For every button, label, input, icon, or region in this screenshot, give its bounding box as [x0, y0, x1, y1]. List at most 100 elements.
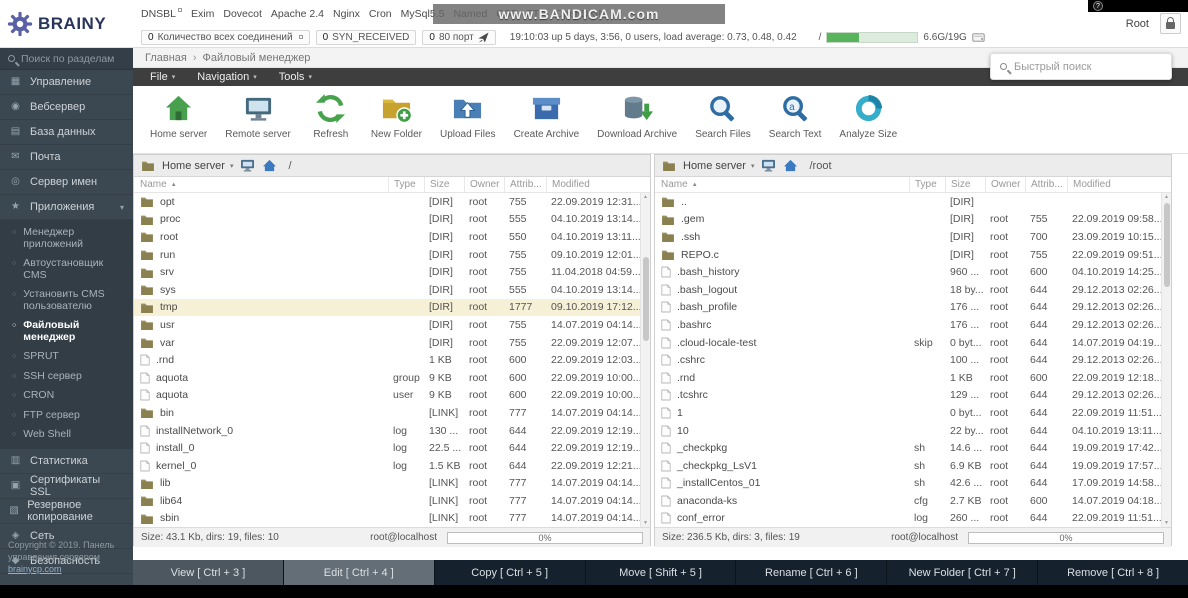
file-row[interactable]: .ssh[DIR]root70023.09.2019 10:15...	[655, 228, 1161, 246]
service-link-dovecot[interactable]: Dovecot	[223, 8, 262, 20]
file-row[interactable]: .bash_history960 ...root60004.10.2019 14…	[655, 263, 1161, 281]
service-link-cron[interactable]: Cron	[369, 8, 392, 20]
file-row[interactable]: bin[LINK]root77714.07.2019 04:14...	[134, 404, 640, 422]
toolbar-search-text[interactable]: aSearch Text	[760, 86, 831, 140]
file-row[interactable]: installNetwork_0log130 ...root64422.09.2…	[134, 422, 640, 440]
file-row[interactable]: 10 byt...root64422.09.2019 11:51...	[655, 404, 1161, 422]
sidebar-subitem-cms-install-user[interactable]: Установить CMS пользователю	[0, 285, 133, 316]
fn-rename[interactable]: Rename [ Ctrl + 6 ]	[736, 560, 887, 585]
file-row[interactable]: _checkpkg_LsV1sh6.9 KBroot64419.09.2019 …	[655, 457, 1161, 475]
sidebar-search[interactable]	[0, 48, 133, 70]
file-row[interactable]: _checkpkgsh14.6 ...root64419.09.2019 17:…	[655, 439, 1161, 457]
sidebar-item-nameserver[interactable]: ◎Сервер имен	[0, 170, 133, 195]
column-header-owner[interactable]: Owner	[985, 177, 1025, 192]
service-link-nginx[interactable]: Nginx	[333, 8, 360, 20]
scrollbar[interactable]	[640, 193, 650, 527]
sidebar-item-backup[interactable]: ▧Резервное копирование	[0, 499, 133, 524]
menu-navigation[interactable]: Navigation	[186, 68, 268, 86]
toolbar-upload-files[interactable]: Upload Files	[431, 86, 505, 140]
file-row[interactable]: lib[LINK]root77714.07.2019 04:14...	[134, 475, 640, 493]
file-row[interactable]: ..[DIR]	[655, 193, 1161, 211]
sidebar-item-database[interactable]: ▤База данных	[0, 120, 133, 145]
sidebar-item-mail[interactable]: ✉Почта	[0, 145, 133, 170]
column-header-modified[interactable]: Modified	[1067, 177, 1161, 192]
file-row[interactable]: kernel_0log1.5 KBroot64422.09.2019 12:21…	[134, 457, 640, 475]
menu-tools[interactable]: Tools	[268, 68, 323, 86]
file-row[interactable]: install_0log22.5 ...root64422.09.2019 12…	[134, 439, 640, 457]
home-icon[interactable]	[783, 159, 798, 172]
file-row[interactable]: REPO.c[DIR]root75522.09.2019 09:51...	[655, 246, 1161, 264]
file-row[interactable]: lib64[LINK]root77714.07.2019 04:14...	[134, 492, 640, 510]
file-row[interactable]: tmp[DIR]root177709.10.2019 17:12...	[134, 299, 640, 317]
toolbar-search-files[interactable]: Search Files	[686, 86, 760, 140]
sidebar-item-applications[interactable]: ★Приложения	[0, 195, 133, 220]
column-header-size[interactable]: Size	[945, 177, 985, 192]
server-selector[interactable]: Home server	[683, 160, 754, 172]
sidebar-subitem-ftp-server[interactable]: FTP сервер	[0, 406, 133, 426]
file-row[interactable]: .bashrc176 ...root64429.12.2013 02:26...	[655, 316, 1161, 334]
column-header-modified[interactable]: Modified	[546, 177, 640, 192]
file-row[interactable]: .gem[DIR]root75522.09.2019 09:58...	[655, 211, 1161, 229]
file-row[interactable]: .rnd1 KBroot60022.09.2019 12:03...	[134, 351, 640, 369]
column-header-attrib[interactable]: Attrib...	[1025, 177, 1067, 192]
toolbar-remote-server[interactable]: Remote server	[216, 86, 300, 140]
column-header-size[interactable]: Size	[424, 177, 464, 192]
column-header-owner[interactable]: Owner	[464, 177, 504, 192]
file-row[interactable]: aquotauser9 KBroot60022.09.2019 10:00...	[134, 387, 640, 405]
service-link-dnsbl[interactable]: DNSBL	[141, 8, 182, 20]
file-row[interactable]: sys[DIR]root55504.10.2019 13:14...	[134, 281, 640, 299]
scroll-up-icon[interactable]	[641, 194, 650, 200]
file-row[interactable]: usr[DIR]root75514.07.2019 04:14...	[134, 316, 640, 334]
file-row[interactable]: opt[DIR]root75522.09.2019 12:31...	[134, 193, 640, 211]
file-row[interactable]: .bash_logout18 by...root64429.12.2013 02…	[655, 281, 1161, 299]
fn-remove[interactable]: Remove [ Ctrl + 8 ]	[1038, 560, 1188, 585]
file-row[interactable]: .tcshrc129 ...root64429.12.2013 02:26...	[655, 387, 1161, 405]
toolbar-new-folder[interactable]: New Folder	[362, 86, 431, 140]
service-link-apache[interactable]: Apache 2.4	[271, 8, 324, 20]
brainycp-link[interactable]: brainycp.com	[8, 564, 62, 574]
fn-copy[interactable]: Copy [ Ctrl + 5 ]	[435, 560, 586, 585]
column-header-name[interactable]: Name	[134, 177, 388, 192]
file-row[interactable]: run[DIR]root75509.10.2019 12:01...	[134, 246, 640, 264]
sidebar-search-input[interactable]	[21, 53, 125, 65]
remote-server-icon[interactable]	[240, 159, 255, 172]
file-row[interactable]: anaconda-kscfg2.7 KBroot60014.07.2019 04…	[655, 492, 1161, 510]
fn-move[interactable]: Move [ Shift + 5 ]	[586, 560, 737, 585]
column-header-type[interactable]: Type	[909, 177, 945, 192]
sidebar-item-ssl-certificates[interactable]: ▣Сертификаты SSL	[0, 474, 133, 499]
menu-file[interactable]: File	[139, 68, 186, 86]
sidebar-subitem-sprut[interactable]: SPRUT	[0, 347, 133, 367]
sidebar-item-statistics[interactable]: ▥Статистика	[0, 449, 133, 474]
scrollbar-thumb[interactable]	[1164, 203, 1170, 287]
sidebar-subitem-cron[interactable]: CRON	[0, 386, 133, 406]
user-label[interactable]: Root	[1126, 18, 1149, 30]
file-row[interactable]: .cloud-locale-testskip0 byt...root64414.…	[655, 334, 1161, 352]
toolbar-home-server[interactable]: Home server	[141, 86, 216, 140]
sidebar-subitem-web-shell[interactable]: Web Shell	[0, 425, 133, 445]
file-row[interactable]: conf_errorlog260 ...root64422.09.2019 11…	[655, 510, 1161, 527]
file-row[interactable]: sbin[LINK]root77714.07.2019 04:14...	[134, 510, 640, 527]
file-row[interactable]: aquotagroup9 KBroot60022.09.2019 10:00..…	[134, 369, 640, 387]
quick-search[interactable]	[990, 53, 1172, 80]
sidebar-subitem-cms-autoinstaller[interactable]: Автоустановщик CMS	[0, 254, 133, 285]
file-row[interactable]: .rnd1 KBroot60022.09.2019 12:18...	[655, 369, 1161, 387]
column-header-name[interactable]: Name	[655, 177, 909, 192]
lock-button[interactable]	[1160, 13, 1181, 34]
scroll-up-icon[interactable]	[1162, 194, 1171, 200]
scroll-down-icon[interactable]	[1162, 520, 1171, 526]
quick-search-input[interactable]	[1014, 61, 1162, 73]
remote-server-icon[interactable]	[761, 159, 776, 172]
toolbar-create-archive[interactable]: Create Archive	[505, 86, 589, 140]
file-row[interactable]: srv[DIR]root75511.04.2018 04:59...	[134, 263, 640, 281]
toolbar-download-archive[interactable]: Download Archive	[588, 86, 686, 140]
toolbar-refresh[interactable]: Refresh	[300, 86, 362, 140]
fn-new-folder[interactable]: New Folder [ Ctrl + 7 ]	[887, 560, 1038, 585]
server-selector[interactable]: Home server	[162, 160, 233, 172]
file-row[interactable]: .cshrc100 ...root64429.12.2013 02:26...	[655, 351, 1161, 369]
file-row[interactable]: .bash_profile176 ...root64429.12.2013 02…	[655, 299, 1161, 317]
file-row[interactable]: root[DIR]root55004.10.2019 13:11...	[134, 228, 640, 246]
scrollbar[interactable]	[1161, 193, 1171, 527]
file-row[interactable]: _installCentos_01sh42.6 ...root64417.09.…	[655, 475, 1161, 493]
column-header-attrib[interactable]: Attrib...	[504, 177, 546, 192]
column-header-type[interactable]: Type	[388, 177, 424, 192]
